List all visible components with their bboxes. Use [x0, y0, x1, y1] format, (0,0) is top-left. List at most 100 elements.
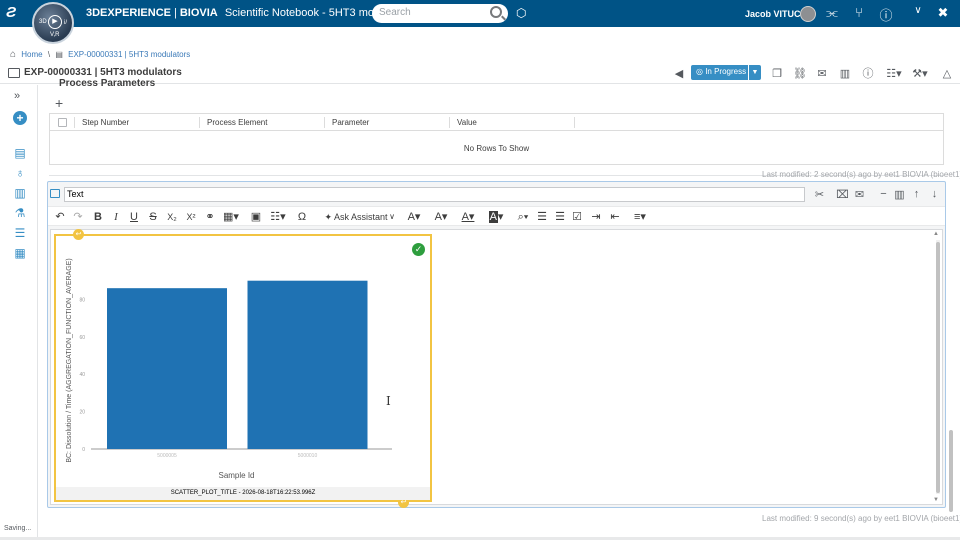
breadcrumb-experiment[interactable]: EXP-00000331 | 5HT3 modulators	[68, 50, 190, 59]
page-title: EXP-00000331 | 5HT3 modulators	[24, 67, 182, 78]
ds-logo-icon[interactable]: Ƨ	[6, 4, 16, 21]
y-tick-label: 0	[82, 447, 85, 453]
x-tick-label: 5000005	[157, 453, 177, 459]
search-input[interactable]: Search	[372, 4, 508, 23]
checklist-icon[interactable]: ☑	[570, 210, 584, 224]
clipboard-icon[interactable]: ▥	[12, 186, 28, 200]
page-scrollbar-thumb[interactable]	[949, 430, 953, 512]
move-up-icon[interactable]: ↑	[910, 188, 923, 200]
trash-icon[interactable]: ⌧	[836, 188, 849, 201]
undo-icon[interactable]: ↶	[54, 210, 66, 224]
fullscreen-icon[interactable]: ✖	[935, 5, 951, 21]
add-row-button[interactable]: +	[55, 95, 63, 111]
brand-3dexperience: 3DEXPERIENCE	[86, 7, 171, 19]
redo-icon[interactable]: ↷	[72, 210, 84, 224]
panel-icon[interactable]: ▥	[838, 67, 852, 81]
panel-icon[interactable]: ▥	[893, 188, 906, 201]
chart-icon[interactable]: ☷▾	[268, 210, 288, 224]
indent-icon[interactable]: ⇥	[589, 210, 603, 224]
column-header[interactable]: Process Element	[207, 118, 267, 127]
notebook-icon[interactable]: ▤	[12, 146, 28, 160]
breadcrumb-home[interactable]: Home	[21, 50, 42, 59]
play-icon[interactable]: ▶	[48, 15, 62, 29]
italic-icon[interactable]: I	[110, 210, 122, 224]
status-dropdown-button[interactable]: ▼	[748, 65, 761, 80]
font-size-icon[interactable]: A▾	[404, 210, 424, 224]
avatar[interactable]	[800, 6, 816, 22]
comment-icon[interactable]: ✉	[853, 188, 866, 201]
select-all-checkbox[interactable]	[58, 118, 67, 127]
collapse-icon[interactable]: △	[940, 67, 954, 81]
expand-icon[interactable]: »	[14, 90, 20, 102]
help-icon[interactable]: ⓘ	[878, 5, 894, 24]
column-header[interactable]: Parameter	[332, 118, 369, 127]
comment-icon[interactable]: ✉	[815, 67, 829, 81]
column-header[interactable]: Value	[457, 118, 477, 127]
insert-image-icon[interactable]: ▣	[249, 210, 263, 224]
bold-icon[interactable]: B	[92, 210, 104, 224]
chevron-down-icon[interactable]: ∨	[386, 210, 398, 224]
microscope-icon[interactable]: ⚗	[12, 206, 28, 220]
bulleted-list-icon[interactable]: ☰	[535, 210, 549, 224]
status-icon: ◎	[696, 67, 706, 76]
special-character-icon[interactable]: Ω	[296, 210, 308, 224]
find-replace-icon[interactable]: ⌕▾	[513, 210, 533, 224]
tag-icon[interactable]: ⬡	[516, 6, 526, 20]
section-title: Process Parameters	[59, 78, 156, 86]
y-tick-label: 40	[79, 372, 85, 378]
empty-state: No Rows To Show	[463, 144, 530, 153]
search-icon[interactable]	[490, 6, 502, 18]
chemistry-icon[interactable]: ♁	[12, 166, 28, 180]
app-brand: 3DEXPERIENCE | BIOVIA Scientific Notebook …	[86, 7, 404, 19]
section-title-input[interactable]: Text	[64, 187, 805, 202]
editor-scrollbar-thumb[interactable]	[936, 242, 940, 493]
settings-sliders-icon[interactable]: ☰	[12, 226, 28, 240]
compass-3d-label: 3D	[39, 19, 47, 25]
font-family-icon[interactable]: A▾	[431, 210, 451, 224]
rich-text-editor[interactable]: ▲ ▼ ↩ ↩ ✓ 0 20 40 60 80 5000005 5000010 Sample …	[50, 229, 943, 508]
collapse-left-icon[interactable]: ◀	[672, 67, 686, 81]
collaborate-icon[interactable]: ⑂	[851, 5, 867, 20]
highlight-color-icon[interactable]: A▾	[485, 210, 507, 224]
strikethrough-icon[interactable]: S	[147, 210, 159, 224]
grid-header: Step Number Process Element Parameter Va…	[50, 114, 943, 131]
text-cursor-icon: I	[386, 394, 391, 408]
table-icon[interactable]: ▦	[12, 246, 28, 260]
bar	[247, 280, 368, 449]
ask-assistant-button[interactable]: ✦ Ask Assistant	[316, 210, 396, 224]
copy-icon[interactable]: ❐	[770, 67, 784, 81]
tools-icon[interactable]: ⚒▾	[910, 67, 930, 81]
compass-icon[interactable]: 3D ▶ i/ V,R	[32, 2, 74, 44]
minimize-icon[interactable]: −	[877, 188, 890, 200]
text-color-icon[interactable]: A▾	[458, 210, 478, 224]
info-icon[interactable]: ⓘ	[861, 67, 875, 81]
share-icon[interactable]: ⫘	[824, 5, 840, 21]
experiment-icon: ▤	[55, 50, 63, 59]
resize-handle-icon[interactable]: ↩	[73, 229, 84, 240]
embedded-chart[interactable]: ↩ ↩ ✓ 0 20 40 60 80 5000005 5000010 Sample Id BC…	[54, 229, 432, 508]
move-down-icon[interactable]: ↓	[928, 188, 941, 200]
outdent-icon[interactable]: ⇤	[608, 210, 622, 224]
add-section-button[interactable]: +	[13, 111, 27, 125]
chart-caption: SCATTER_PLOT_TITLE - 2026-08-18T16:22:53…	[56, 487, 430, 500]
scroll-down-icon[interactable]: ▼	[933, 497, 939, 503]
scissors-icon[interactable]: ✂	[813, 188, 826, 201]
superscript-icon[interactable]: X²	[184, 210, 198, 224]
parameters-grid: Step Number Process Element Parameter Va…	[49, 113, 944, 165]
scroll-up-icon[interactable]: ▲	[933, 231, 939, 237]
report-icon[interactable]: ☷▾	[884, 67, 904, 81]
link-icon[interactable]: ⛓	[793, 67, 807, 81]
brand-biovia: BIOVIA	[179, 7, 218, 19]
subscript-icon[interactable]: X₂	[165, 210, 179, 224]
status-badge[interactable]: ◎ In Progress	[691, 65, 752, 80]
numbered-list-icon[interactable]: ☰	[553, 210, 567, 224]
column-header[interactable]: Step Number	[82, 118, 129, 127]
chevron-down-icon[interactable]: ∨	[910, 5, 926, 16]
underline-icon[interactable]: U	[128, 210, 140, 224]
table-icon[interactable]: ▦▾	[222, 210, 240, 224]
home-icon[interactable]: ⌂	[10, 49, 16, 60]
align-icon[interactable]: ≡▾	[627, 210, 653, 224]
link-icon[interactable]: ⚭	[204, 210, 216, 224]
saving-status: Saving...	[4, 525, 32, 532]
y-axis-title: BC: Dissolution / Time (AGGREGATION_FUNC…	[66, 258, 73, 462]
